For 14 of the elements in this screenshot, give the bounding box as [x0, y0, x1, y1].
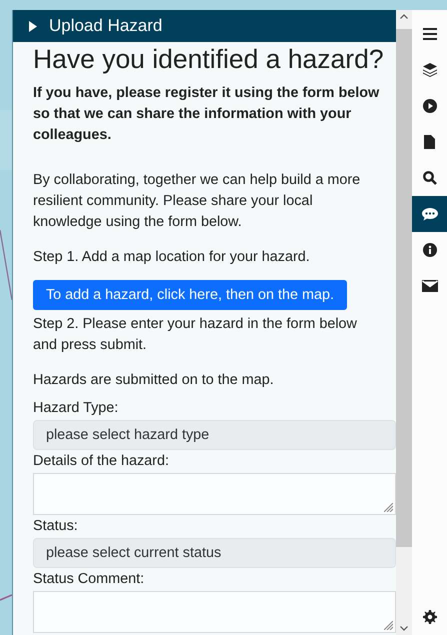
intro-text: If you have, please register it using the form below so that we can share the information with your colleagues.	[32, 84, 380, 145]
paragraph: By collaborating, together we can help build a more resilient community. Please share your local knowledge using the form below.	[32, 171, 362, 232]
field-label: Hazard Type:	[32, 399, 120, 418]
heading: Have you identified a hazard?	[32, 44, 385, 75]
step-text: Step 2. Please enter your hazard in the form below and press submit.	[32, 315, 358, 355]
step-text: Step 1. Add a map location for your hazard.	[32, 248, 311, 267]
select-field[interactable]: please select current status	[32, 538, 396, 568]
field-label: Status Comment:	[32, 570, 146, 589]
field-label: Details of the hazard:	[32, 452, 170, 471]
panel-title: Upload Hazard	[48, 16, 162, 36]
field-label: Status:	[32, 517, 79, 536]
add-hazard-button[interactable]: To add a hazard, click here, then on the map.	[32, 280, 347, 310]
select-field[interactable]: please select hazard type	[32, 420, 396, 450]
note-text: Hazards are submitted on to the map.	[32, 371, 275, 390]
